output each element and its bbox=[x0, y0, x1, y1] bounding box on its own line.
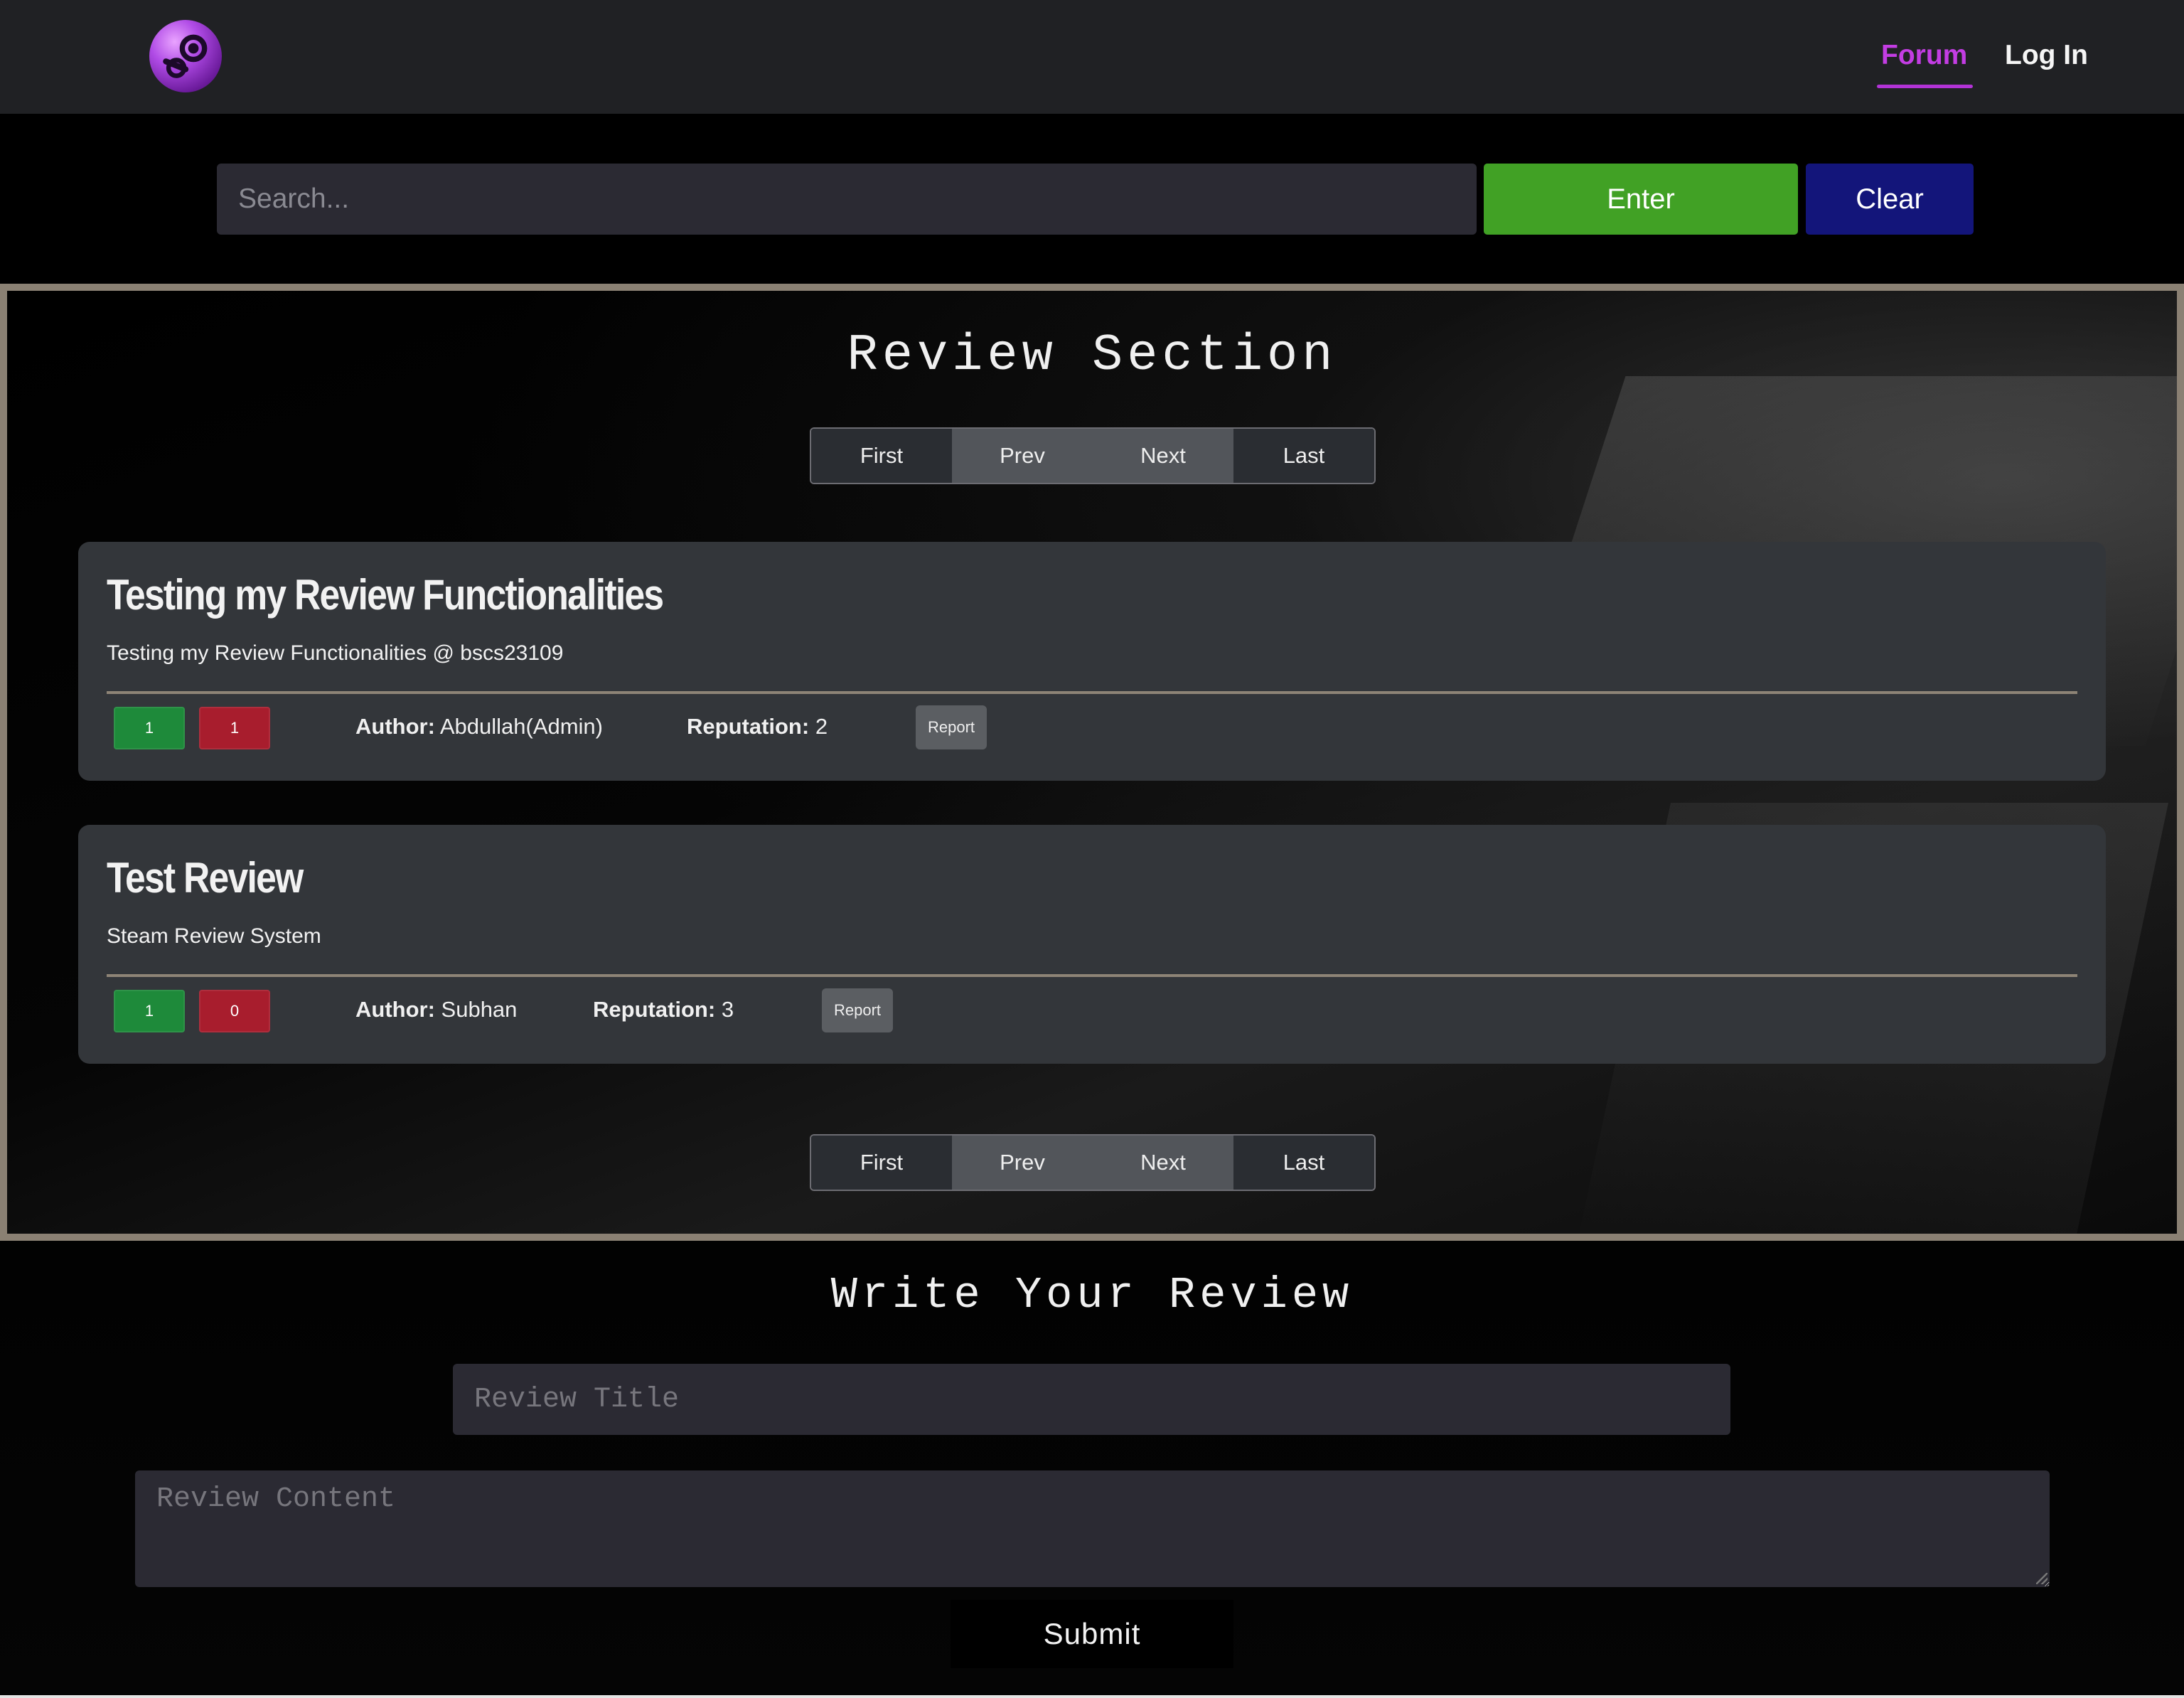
divider bbox=[107, 974, 2077, 977]
nav-forum-link[interactable]: Forum bbox=[1876, 34, 1974, 88]
review-card: Testing my Review Functionalities Testin… bbox=[78, 542, 2106, 781]
write-review-title: Write Your Review bbox=[830, 1270, 1354, 1320]
review-content-textarea[interactable] bbox=[135, 1470, 2050, 1587]
search-input[interactable] bbox=[217, 164, 1477, 235]
upvote-button[interactable]: 1 bbox=[114, 707, 185, 749]
review-reputation: Reputation: 2 bbox=[687, 712, 828, 741]
submit-review-button[interactable]: Submit bbox=[951, 1600, 1233, 1668]
report-button[interactable]: Report bbox=[822, 988, 893, 1032]
downvote-button[interactable]: 1 bbox=[199, 707, 270, 749]
report-button[interactable]: Report bbox=[916, 705, 987, 749]
navbar: Forum Log In bbox=[0, 0, 2184, 114]
review-content: Testing my Review Functionalities @ bscs… bbox=[107, 641, 564, 665]
upvote-button[interactable]: 1 bbox=[114, 990, 185, 1032]
page-next-button[interactable]: Next bbox=[1093, 429, 1233, 483]
search-clear-button[interactable]: Clear bbox=[1806, 164, 1974, 235]
page-last-button[interactable]: Last bbox=[1233, 429, 1374, 483]
author-name: Subhan bbox=[441, 997, 518, 1022]
divider bbox=[107, 691, 2077, 694]
pagination-top: First Prev Next Last bbox=[810, 427, 1376, 484]
author-name: Abdullah(Admin) bbox=[439, 714, 603, 739]
review-title-input[interactable] bbox=[453, 1364, 1730, 1435]
textarea-resize-handle[interactable] bbox=[2036, 1573, 2048, 1584]
page-first-button[interactable]: First bbox=[811, 1136, 952, 1190]
steam-logo-glyph bbox=[163, 34, 208, 78]
page-prev-button[interactable]: Prev bbox=[952, 429, 1093, 483]
review-section-title: Review Section bbox=[847, 326, 1337, 385]
review-title: Testing my Review Functionalities bbox=[107, 571, 664, 619]
search-enter-button[interactable]: Enter bbox=[1484, 164, 1798, 235]
review-content: Steam Review System bbox=[107, 924, 321, 948]
review-author: Author: Abdullah(Admin) bbox=[355, 712, 603, 741]
author-label: Author: bbox=[355, 997, 435, 1022]
reputation-label: Reputation: bbox=[687, 714, 810, 739]
review-reputation: Reputation: 3 bbox=[593, 995, 734, 1024]
review-author: Author: Subhan bbox=[355, 995, 517, 1024]
reputation-label: Reputation: bbox=[593, 997, 716, 1022]
page-prev-button[interactable]: Prev bbox=[952, 1136, 1093, 1190]
review-section: Review Section First Prev Next Last Test… bbox=[0, 284, 2184, 1241]
downvote-button[interactable]: 0 bbox=[199, 990, 270, 1032]
page-first-button[interactable]: First bbox=[811, 429, 952, 483]
reputation-value: 2 bbox=[815, 714, 828, 739]
pagination-bottom: First Prev Next Last bbox=[810, 1134, 1376, 1191]
page-bottom-edge bbox=[0, 1695, 2184, 1698]
page-last-button[interactable]: Last bbox=[1233, 1136, 1374, 1190]
steam-logo-icon[interactable] bbox=[149, 20, 222, 92]
reputation-value: 3 bbox=[721, 997, 734, 1022]
nav-login-link[interactable]: Log In bbox=[2005, 34, 2088, 77]
review-card: Test Review Steam Review System 1 0 Auth… bbox=[78, 825, 2106, 1064]
author-label: Author: bbox=[355, 714, 435, 739]
review-title: Test Review bbox=[107, 854, 304, 902]
page-next-button[interactable]: Next bbox=[1093, 1136, 1233, 1190]
